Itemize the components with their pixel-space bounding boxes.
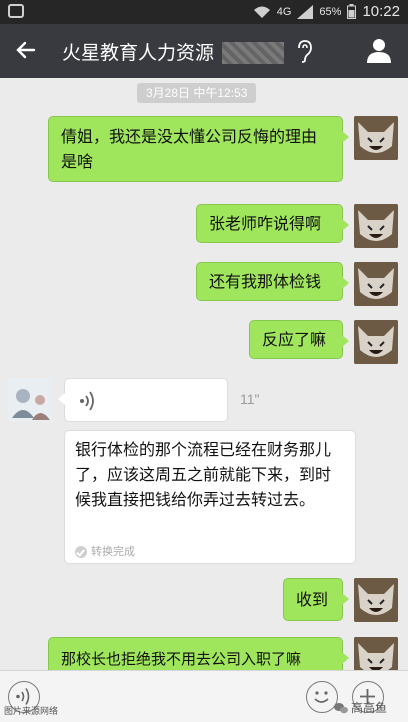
signal-icon	[297, 4, 314, 19]
message-bubble-self[interactable]: 还有我那体检钱	[196, 262, 349, 301]
wolf-avatar-icon	[354, 204, 398, 248]
avatar-self[interactable]	[354, 262, 398, 306]
voice-wave-icon	[80, 391, 94, 411]
transcript-text: 银行体检的那个流程已经在财务那儿了，应该这周五之前就能下来，到时候我直接把钱给你…	[75, 440, 332, 509]
wifi-icon	[253, 6, 270, 18]
redacted-name	[222, 42, 284, 64]
chat-title: 火星教育人力资源	[62, 43, 215, 64]
watermark-right-text: 高高鱼	[351, 701, 388, 715]
smile-icon	[314, 691, 329, 703]
clock: 10:22	[362, 3, 400, 20]
message-bubble-self[interactable]: 收到	[283, 578, 349, 621]
message-text: 收到	[296, 590, 329, 609]
message-timestamp: 3月28日 中午12:53	[137, 83, 257, 103]
check-icon	[75, 545, 87, 558]
transcript-status: 转换完成	[75, 539, 135, 564]
message-text: 还有我那体检钱	[209, 272, 322, 291]
message-text: 反应了嘛	[262, 330, 327, 349]
voice-transcript-bubble[interactable]: 银行体检的那个流程已经在财务那儿了，应该这周五之前就能下来，到时候我直接把钱给你…	[64, 430, 356, 564]
avatar-self[interactable]	[354, 116, 398, 160]
avatar-self[interactable]	[354, 578, 398, 622]
message-bubble-self[interactable]: 反应了嘛	[249, 320, 349, 359]
wolf-avatar-icon	[354, 578, 398, 622]
wechat-logo-icon	[334, 702, 348, 713]
voice-message-bubble[interactable]	[58, 378, 228, 422]
transcript-status-text: 转换完成	[91, 545, 135, 558]
avatar-self[interactable]	[354, 204, 398, 248]
chat-header: 火星教育人力资源	[0, 24, 408, 78]
wolf-avatar-icon	[354, 262, 398, 306]
back-arrow-icon[interactable]	[12, 36, 40, 64]
status-bar: 4G 65% 10:22	[0, 0, 408, 24]
network-type: 4G	[276, 5, 292, 18]
wolf-avatar-icon	[354, 116, 398, 160]
battery-percent: 65%	[319, 5, 342, 18]
contact-avatar-icon	[8, 378, 52, 422]
message-text: 倩姐，我还是没太懂公司反悔的理由是啥	[61, 127, 318, 171]
message-bubble-self[interactable]: 张老师咋说得啊	[196, 204, 349, 243]
battery-icon	[347, 4, 357, 19]
person-icon[interactable]	[366, 37, 392, 63]
message-text: 张老师咋说得啊	[209, 214, 322, 233]
wolf-avatar-icon	[354, 320, 398, 364]
voice-duration: 11"	[240, 391, 260, 407]
watermark-right: 高高鱼	[334, 699, 387, 716]
avatar-other[interactable]	[8, 378, 52, 422]
earpiece-icon[interactable]	[294, 38, 316, 64]
watermark-left: 图片来源网络	[4, 707, 59, 717]
message-bubble-self[interactable]: 倩姐，我还是没太懂公司反悔的理由是啥	[48, 116, 349, 182]
avatar-self[interactable]	[354, 320, 398, 364]
notification-icon	[8, 4, 24, 18]
message-text: 那校长也拒绝我不用去公司入职了嘛	[61, 650, 302, 668]
